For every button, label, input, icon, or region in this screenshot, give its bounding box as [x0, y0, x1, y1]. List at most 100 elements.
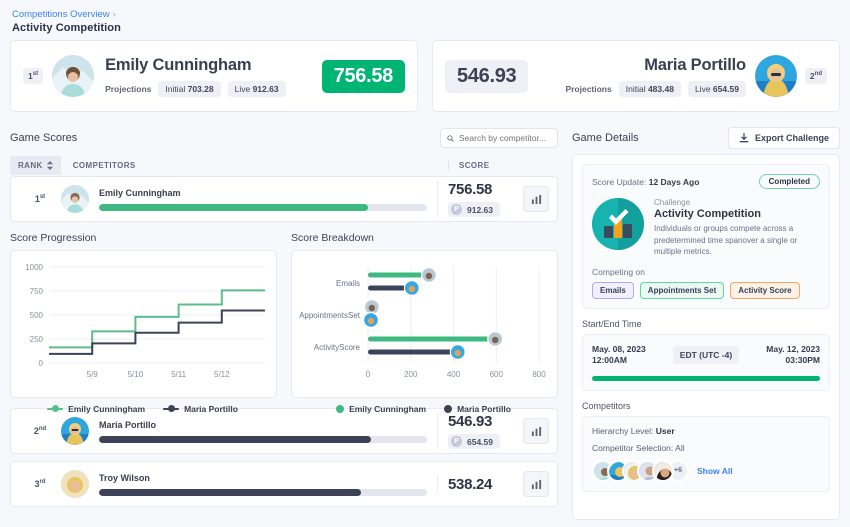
row-name: Troy Wilson — [99, 472, 150, 483]
row-projection: P 654.59 — [448, 434, 500, 449]
challenge-description: Individuals or groups compete across a p… — [654, 224, 798, 257]
breadcrumb-parent-link[interactable]: Competitions Overview — [12, 9, 110, 20]
leader-name: Emily Cunningham — [105, 55, 252, 74]
chart-title: Score Progression — [10, 232, 97, 244]
live-projection-pill: Live 912.63 — [227, 80, 286, 97]
game-details-panel: Score Update: 12 Days Ago Completed Chal… — [572, 154, 840, 520]
leader-cards: 1st Emily Cunningham Projections Initial… — [10, 40, 840, 112]
score-breakdown-chart: 0 200 400 600 800 Emails AppointmentsSet Activi… — [291, 250, 558, 414]
status-badge: Completed — [758, 174, 820, 189]
svg-text:1000: 1000 — [25, 263, 43, 272]
leader-card-first[interactable]: 1st Emily Cunningham Projections Initial… — [10, 40, 418, 112]
section-title: Game Scores — [10, 132, 78, 144]
row-progress: Maria Portillo — [89, 420, 437, 443]
avatar — [754, 55, 797, 97]
row-score-bar — [99, 435, 427, 443]
initial-projection-pill: Initial 483.48 — [618, 80, 681, 97]
leader-rank-badge: 2nd — [804, 68, 827, 84]
legend-item: Maria Portillo — [163, 404, 238, 414]
row-chart-button[interactable] — [523, 186, 549, 212]
row-projection: P 912.63 — [448, 202, 500, 217]
svg-text:400: 400 — [447, 370, 461, 379]
table-row[interactable]: 2nd Maria Portillo 546.93 P 654.59 — [10, 408, 558, 454]
leader-score: 546.93 — [445, 59, 529, 93]
app-root: Competitions Overview › Activity Competit… — [0, 0, 850, 527]
export-challenge-button[interactable]: Export Challenge — [727, 127, 840, 149]
projections-label: Projections — [565, 83, 612, 94]
metric-tag-appointments-set[interactable]: Appointments Set — [639, 281, 725, 299]
score-update: Score Update: 12 Days Ago — [592, 176, 700, 187]
svg-text:750: 750 — [30, 287, 44, 296]
row-score-cell: 546.93 P 654.59 — [437, 413, 523, 449]
metric-tag-emails[interactable]: Emails — [592, 281, 634, 299]
chart-icon — [531, 426, 541, 436]
table-row[interactable]: 3rd Troy Wilson 538.24 — [10, 461, 558, 507]
leader-card-second[interactable]: 546.93 Maria Portillo Projections Initia… — [432, 40, 840, 112]
score-breakdown-block: Score Breakdown 0 200 400 600 800 Emails Appoi… — [291, 232, 558, 414]
competitors-label: Competitors — [582, 400, 631, 411]
projections-label: Projections — [105, 83, 152, 94]
avatar — [61, 185, 89, 213]
metric-tags: Emails Appointments Set Activity Score — [592, 281, 820, 299]
leader-score: 756.58 — [321, 59, 405, 93]
challenge-card: Score Update: 12 Days Ago Completed Chal… — [582, 164, 830, 309]
avatar — [61, 417, 89, 445]
end-time: May. 12, 2023 03:30PM — [766, 343, 820, 366]
score-progression-block: Score Progression 0 250 500 750 1000 5/9 5/10 5… — [10, 232, 277, 414]
progression-svg: 0 250 500 750 1000 5/9 5/10 5/11 5/12 — [25, 263, 265, 379]
row-score-value: 538.24 — [448, 475, 493, 493]
search-icon — [447, 134, 454, 142]
main-content: Game Scores RANK COMPETITORS SCORE 1st — [10, 126, 840, 520]
row-progress: Emily Cunningham — [89, 188, 437, 211]
search-input[interactable] — [459, 133, 551, 143]
export-label: Export Challenge — [754, 133, 829, 143]
column-header-rank[interactable]: RANK — [10, 155, 61, 175]
start-time: May. 08, 2023 12:00AM — [592, 343, 646, 366]
timezone-badge: EDT (UTC -4) — [672, 346, 740, 365]
show-all-link[interactable]: Show All — [697, 466, 733, 476]
row-rank: 1st — [34, 194, 46, 204]
initial-projection-pill: Initial 703.28 — [158, 80, 221, 97]
table-header: RANK COMPETITORS SCORE — [10, 154, 558, 176]
breadcrumb-separator: › — [112, 9, 116, 20]
avatar[interactable] — [652, 459, 674, 482]
time-card: May. 08, 2023 12:00AM EDT (UTC -4) May. 1… — [582, 333, 830, 391]
svg-text:ActivityScore: ActivityScore — [314, 343, 361, 352]
row-projection-value: 912.63 — [467, 204, 493, 215]
live-projection-pill: Live 654.59 — [687, 80, 746, 97]
score-update-row: Score Update: 12 Days Ago Completed — [592, 174, 820, 189]
row-name: Emily Cunningham — [99, 187, 181, 198]
metric-tag-activity-score[interactable]: Activity Score — [730, 281, 800, 299]
column-header-score: SCORE — [448, 160, 558, 170]
row-score-bar — [99, 488, 427, 496]
challenge-title: Activity Competition — [654, 208, 761, 220]
time-progress-bar — [592, 375, 820, 381]
svg-text:5/10: 5/10 — [128, 370, 144, 379]
avatar — [52, 55, 95, 97]
game-scores-header: Game Scores — [10, 126, 558, 150]
start-end-time-label: Start/End Time — [582, 318, 642, 329]
competing-on-label: Competing on — [592, 266, 645, 277]
row-score-value: 546.93 — [448, 413, 493, 430]
svg-text:0: 0 — [39, 359, 44, 368]
breadcrumb: Competitions Overview › — [10, 6, 840, 22]
svg-text:500: 500 — [30, 311, 44, 320]
avatar — [61, 470, 89, 498]
row-rank: 2nd — [33, 426, 47, 436]
competitor-avatars: +6 Show All — [592, 459, 820, 482]
table-row[interactable]: 1st Emily Cunningham 756.58 P 912.63 — [10, 176, 558, 222]
projection-icon: P — [451, 204, 462, 215]
hierarchy-level: Hierarchy Level: User — [592, 425, 675, 436]
svg-text:0: 0 — [366, 370, 371, 379]
challenge-info: Challenge Activity Competition Individua… — [592, 198, 820, 258]
chart-title: Score Breakdown — [291, 232, 374, 244]
breakdown-svg: 0 200 400 600 800 Emails AppointmentsSet Activi… — [299, 267, 546, 379]
download-icon — [739, 133, 749, 143]
row-chart-button[interactable] — [523, 418, 549, 444]
search-box[interactable] — [440, 128, 558, 148]
row-chart-button[interactable] — [523, 471, 549, 497]
svg-text:250: 250 — [30, 335, 44, 344]
legend-item: Emily Cunningham — [47, 404, 145, 414]
legend-item: Emily Cunningham — [336, 404, 426, 414]
game-scores-column: Game Scores RANK COMPETITORS SCORE 1st — [10, 126, 558, 520]
